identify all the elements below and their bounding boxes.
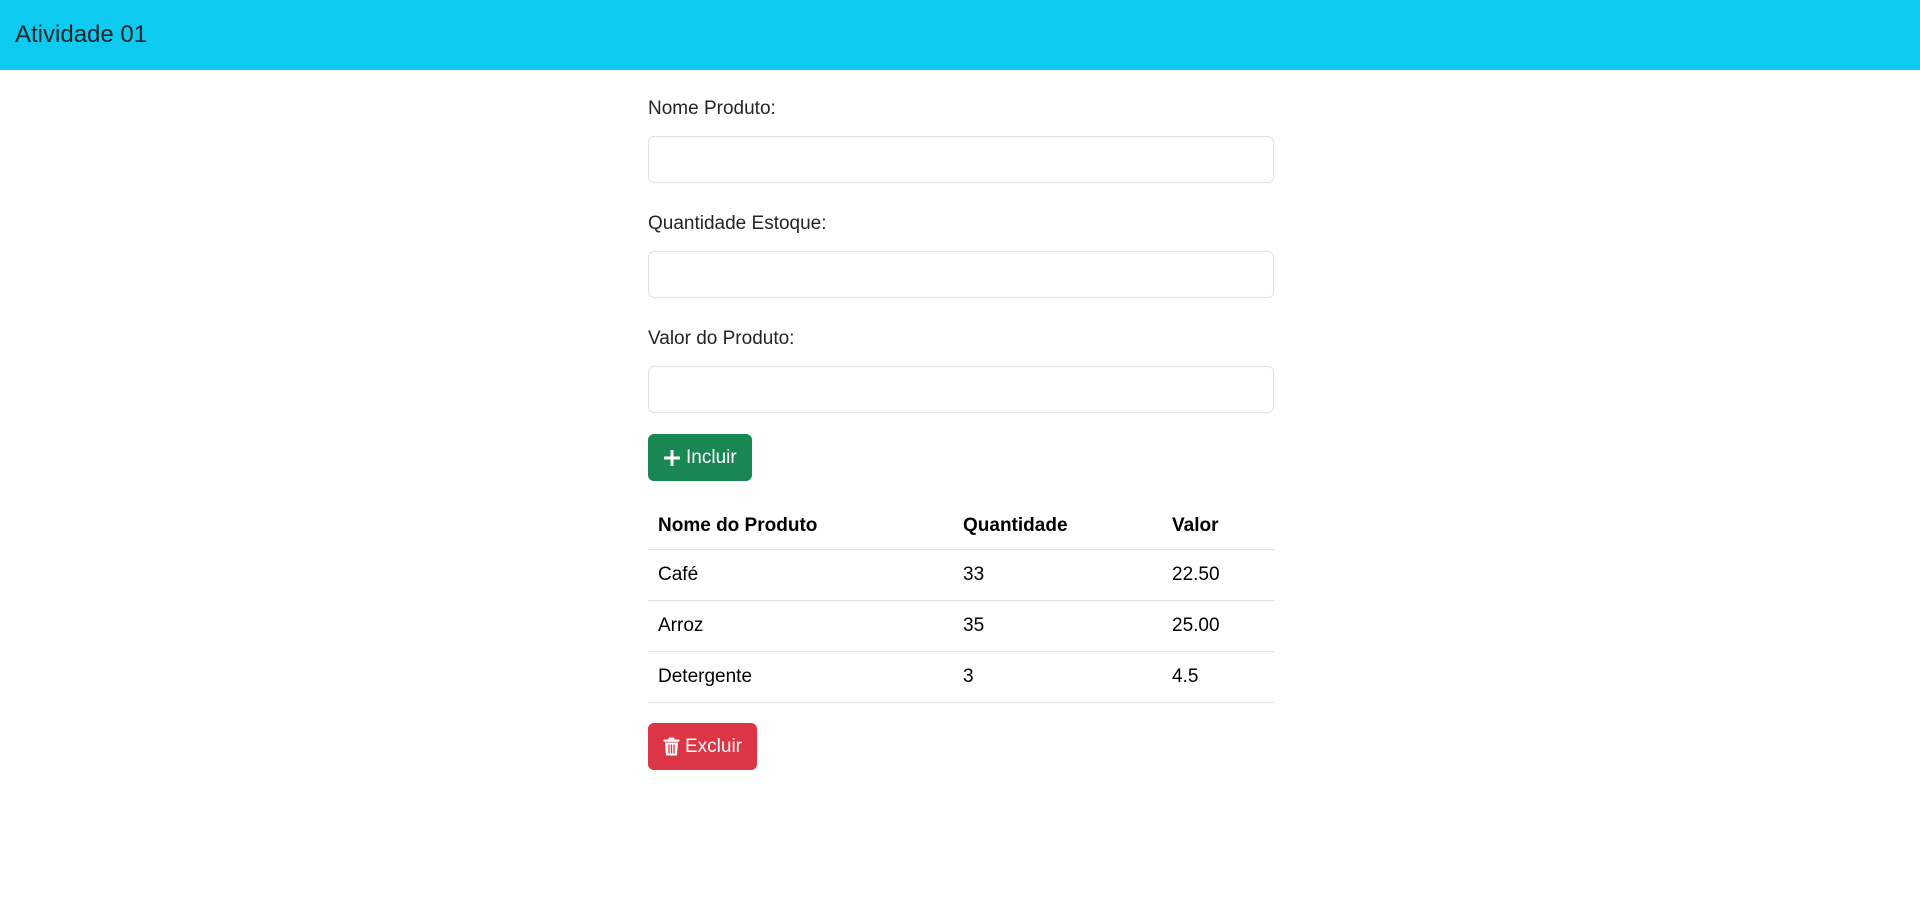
cell-valor: 4.5 [1162,651,1274,703]
table-row[interactable]: Café 33 22.50 [648,549,1274,601]
cell-nome: Café [648,549,953,601]
plus-icon [663,449,681,467]
table-header-row: Nome do Produto Quantidade Valor [648,503,1274,550]
trash-icon [663,737,680,756]
header-nome: Nome do Produto [648,503,953,550]
cell-quantidade: 3 [953,651,1162,703]
cell-valor: 25.00 [1162,600,1274,652]
valor-produto-label: Valor do Produto: [648,328,795,349]
form-group-valor: Valor do Produto: [648,328,1274,413]
excluir-button[interactable]: Excluir [648,723,758,770]
header-quantidade: Quantidade [953,503,1162,550]
table-row[interactable]: Arroz 35 25.00 [648,600,1274,652]
cell-nome: Arroz [648,600,953,652]
navbar: Atividade 01 [0,0,1920,70]
quantidade-estoque-label: Quantidade Estoque: [648,213,827,234]
quantidade-estoque-input[interactable] [648,251,1274,298]
navbar-title[interactable]: Atividade 01 [15,21,147,49]
form-group-quantidade: Quantidade Estoque: [648,213,1274,298]
incluir-button-label: Incluir [686,446,737,468]
excluir-button-label: Excluir [685,735,743,757]
cell-quantidade: 35 [953,600,1162,652]
table-row[interactable]: Detergente 3 4.5 [648,651,1274,703]
nome-produto-label: Nome Produto: [648,98,776,119]
cell-valor: 22.50 [1162,549,1274,601]
incluir-button[interactable]: Incluir [648,434,752,481]
header-valor: Valor [1162,503,1274,550]
cell-nome: Detergente [648,651,953,703]
main-container: Nome Produto: Quantidade Estoque: Valor … [648,70,1274,770]
products-table: Nome do Produto Quantidade Valor Café 33… [648,503,1274,703]
cell-quantidade: 33 [953,549,1162,601]
nome-produto-input[interactable] [648,136,1274,183]
form-group-nome: Nome Produto: [648,98,1274,183]
valor-produto-input[interactable] [648,366,1274,413]
